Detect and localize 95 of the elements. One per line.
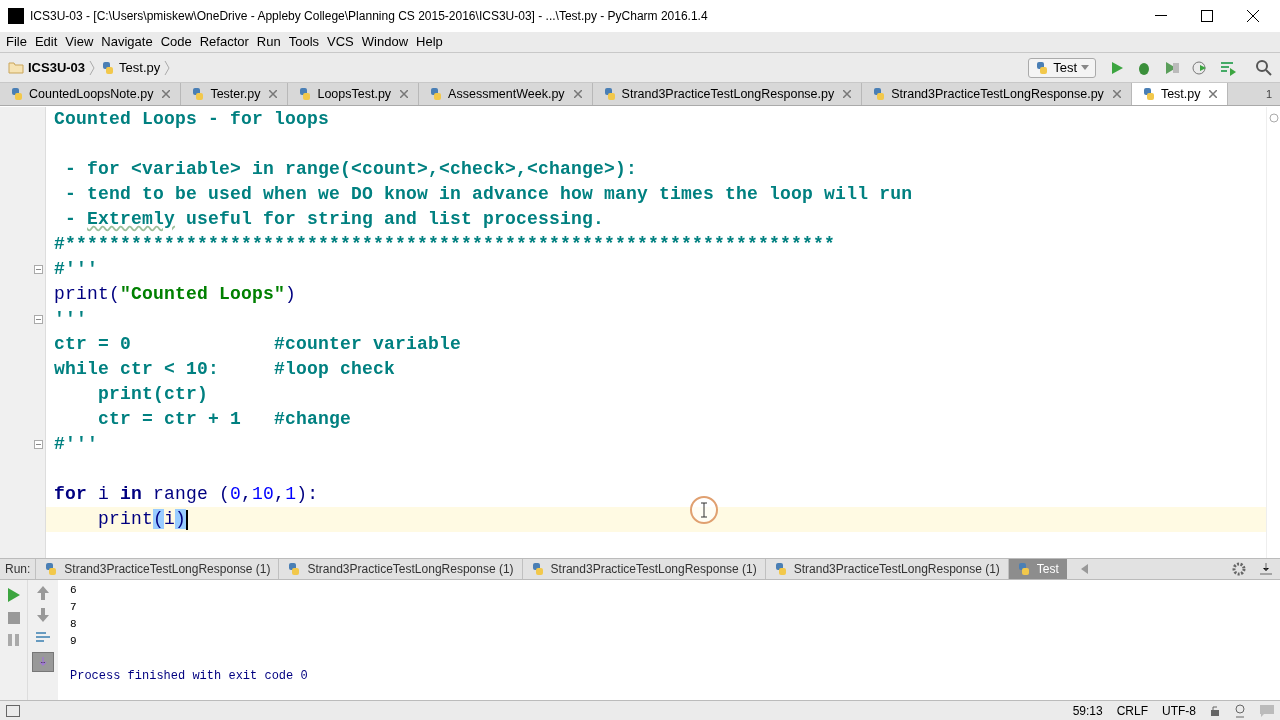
python-file-icon <box>530 562 545 576</box>
code-line: - for <variable> in range(<count>,<check>,<change>): <box>64 158 638 181</box>
search-icon[interactable] <box>1256 59 1272 76</box>
menu-item[interactable]: Edit <box>30 32 62 52</box>
code-line: Counted Loops - for loops <box>54 108 330 131</box>
caret-position[interactable]: 59:13 <box>1072 701 1103 720</box>
console-output-line: 9 <box>70 634 77 650</box>
python-file-icon <box>872 87 887 101</box>
python-file-icon <box>602 87 617 101</box>
editor-tab[interactable]: Test.py <box>1131 83 1229 105</box>
python-file-icon <box>429 87 444 101</box>
code-line: print(ctr) <box>97 383 209 406</box>
pointer-indicator-icon <box>689 495 719 525</box>
close-icon[interactable] <box>269 90 278 98</box>
menu-item[interactable]: Tools <box>284 32 324 52</box>
maximize-icon <box>1201 10 1213 22</box>
close-icon[interactable] <box>843 90 852 98</box>
code-line: - tend to be used when we DO know in advance how many times the loop will run <box>64 183 913 206</box>
inspector-icon[interactable] <box>1234 703 1246 718</box>
file-encoding[interactable]: UTF-8 <box>1162 701 1196 720</box>
text-cursor <box>186 509 189 530</box>
python-file-icon <box>1016 562 1031 576</box>
code-line: ctr = ctr + 1 #change <box>97 408 352 431</box>
menu-item[interactable]: File <box>2 32 31 52</box>
scroll-to-end-icon[interactable] <box>32 652 54 672</box>
pause-icon[interactable] <box>7 634 20 646</box>
coverage-icon[interactable] <box>1164 59 1180 76</box>
list-run-icon[interactable] <box>1220 59 1236 76</box>
app-logo-icon <box>8 8 24 24</box>
code-line: #''' <box>54 433 98 456</box>
code-line: for i in range (0,10,1): <box>54 483 319 506</box>
console-exit-message: Process finished with exit code 0 <box>70 667 308 685</box>
menu-item[interactable]: Help <box>412 32 447 52</box>
code-line: ''' <box>54 308 87 331</box>
breadcrumb-item[interactable]: ICS3U-03 <box>28 57 86 78</box>
close-icon[interactable] <box>573 90 582 98</box>
python-file-icon <box>10 87 24 101</box>
run-config-dropdown[interactable]: Test <box>1028 57 1096 78</box>
menu-item[interactable]: Navigate <box>97 32 157 52</box>
profile-icon[interactable] <box>1192 59 1208 76</box>
menu-item[interactable]: Refactor <box>195 32 253 52</box>
menu-item[interactable]: Window <box>357 32 413 52</box>
code-line: while ctr < 10: #loop check <box>54 358 396 381</box>
menu-item[interactable]: Code <box>156 32 196 52</box>
python-file-icon <box>1035 60 1050 75</box>
python-file-icon <box>191 87 206 101</box>
console-output-line: 6 <box>70 583 77 599</box>
window-title: ICS3U-03 - [C:\Users\pmiskew\OneDrive - Appleby College\Planning CS 2015-2016\ICS3U-03] - ...\Test.py - PyCharm 2016.1.4 <box>30 8 709 25</box>
run-icon[interactable] <box>1110 60 1124 75</box>
code-line: ctr = 0 #counter variable <box>54 333 462 356</box>
python-file-icon <box>1141 87 1156 101</box>
code-line: #''' <box>54 258 98 281</box>
code-line: #********************************************************************** <box>54 233 836 256</box>
up-arrow-icon[interactable] <box>37 586 49 600</box>
chevron-icon <box>164 59 171 76</box>
console-output-line: 8 <box>70 617 77 633</box>
python-file-icon <box>298 87 313 101</box>
scroll-left-icon[interactable] <box>1080 564 1089 574</box>
menu-item[interactable]: Run <box>252 32 285 52</box>
line-separator[interactable]: CRLF <box>1116 701 1148 720</box>
python-file-icon <box>101 60 116 75</box>
message-icon[interactable] <box>1260 704 1274 717</box>
hide-panel-icon[interactable] <box>1260 563 1272 575</box>
run-label: Run: <box>4 561 32 578</box>
code-line: print(i) <box>97 508 187 531</box>
python-file-icon <box>773 562 788 576</box>
python-file-icon <box>287 562 302 576</box>
code-line: print("Counted Loops") <box>54 283 297 306</box>
soft-wrap-icon[interactable] <box>35 630 51 644</box>
down-arrow-icon[interactable] <box>37 608 49 622</box>
menu-item[interactable]: VCS <box>323 32 358 52</box>
lock-icon[interactable] <box>1210 704 1220 717</box>
python-file-icon <box>44 562 59 576</box>
close-icon[interactable] <box>1112 90 1121 98</box>
folder-icon <box>8 61 24 74</box>
inspection-icon <box>1268 113 1279 123</box>
fold-marker-icon[interactable] <box>34 440 43 449</box>
rerun-icon[interactable] <box>7 588 20 602</box>
stop-icon[interactable] <box>7 612 20 624</box>
panel-toggle-icon[interactable] <box>6 704 20 717</box>
chevron-icon <box>89 59 96 76</box>
console-output-line: 7 <box>70 600 77 616</box>
close-icon[interactable] <box>162 90 171 98</box>
minimize-icon <box>1155 15 1167 17</box>
fold-marker-icon[interactable] <box>34 315 43 324</box>
close-icon[interactable] <box>1209 90 1218 98</box>
settings-icon[interactable] <box>1232 562 1246 576</box>
fold-marker-icon[interactable] <box>34 265 43 274</box>
close-icon[interactable] <box>400 90 409 98</box>
menu-item[interactable]: View <box>61 32 98 52</box>
code-line: - Extremly useful for string and list processing. <box>64 208 605 231</box>
caret-icon <box>1081 65 1089 70</box>
breadcrumb-item[interactable]: Test.py <box>119 57 161 78</box>
close-icon <box>1247 10 1259 22</box>
tab-overflow-count[interactable]: 1 <box>1265 85 1280 103</box>
